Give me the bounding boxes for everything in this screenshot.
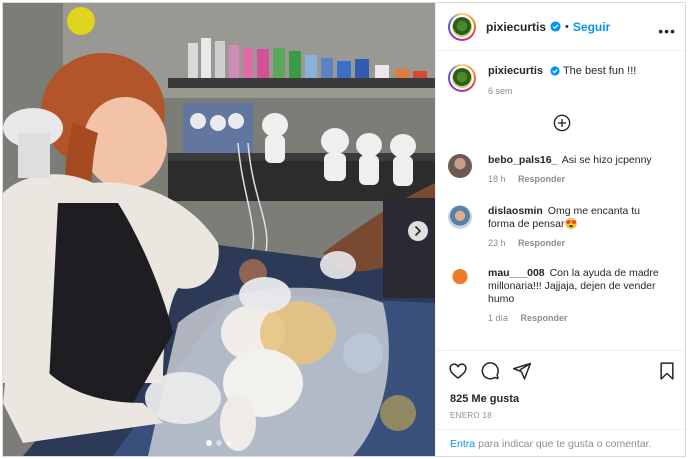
reply-button[interactable]: Responder: [521, 313, 568, 323]
reply-button[interactable]: Responder: [518, 238, 565, 248]
login-text: para indicar que te gusta o comentar.: [478, 437, 652, 450]
author-username[interactable]: pixiecurtis: [486, 20, 546, 34]
post-dialog: pixiecurtis • Seguir ••• pixiecurtis The…: [2, 2, 686, 457]
comment-item: mau___008 Con la ayuda de madre millonar…: [448, 267, 678, 325]
comment-time[interactable]: 1 día: [488, 313, 508, 323]
comment-item: bebo_pals16_ Asi se hizo jcpenny 18 h Re…: [448, 154, 678, 186]
post-side-panel: pixiecurtis • Seguir ••• pixiecurtis The…: [435, 3, 685, 456]
caption-text: The best fun !!!: [562, 65, 637, 77]
carousel-dot: [206, 440, 212, 446]
next-image-button[interactable]: [408, 221, 428, 241]
carousel-dot: [226, 440, 232, 446]
follow-button[interactable]: Seguir: [573, 20, 610, 34]
more-options-button[interactable]: •••: [658, 23, 676, 39]
caption-avatar[interactable]: [448, 64, 476, 92]
post-photo[interactable]: [3, 3, 435, 456]
comment-username[interactable]: dislaosmin: [488, 205, 543, 217]
comment-item: dislaosmin Omg me encanta tu forma de pe…: [448, 205, 678, 250]
likes-count[interactable]: 825 Me gusta: [450, 393, 519, 405]
login-link[interactable]: Entra: [450, 438, 475, 450]
caption-time[interactable]: 6 sem: [488, 86, 513, 96]
plus-circle-icon[interactable]: [553, 114, 571, 132]
comment-time[interactable]: 18 h: [488, 174, 506, 184]
verified-badge-icon: [550, 21, 561, 32]
photo-illustration: [3, 3, 435, 456]
comments-section[interactable]: pixiecurtis The best fun !!! 6 sem bebo_: [436, 52, 685, 350]
verified-badge-icon: [550, 66, 560, 76]
commenter-avatar[interactable]: [448, 267, 472, 291]
caption-username[interactable]: pixiecurtis: [488, 65, 543, 77]
share-icon[interactable]: [512, 361, 532, 381]
comment-username[interactable]: bebo_pals16_: [488, 154, 557, 166]
post-actions: 825 Me gusta ENERO 18 Entra para indicar…: [436, 350, 685, 456]
comment-username[interactable]: mau___008: [488, 267, 545, 279]
reply-button[interactable]: Responder: [518, 174, 565, 184]
comment-text: Asi se hizo jcpenny: [561, 154, 652, 166]
post-date: ENERO 18: [450, 411, 492, 420]
comment-icon[interactable]: [480, 361, 500, 381]
author-avatar[interactable]: [448, 12, 476, 41]
comment-time[interactable]: 23 h: [488, 238, 506, 248]
chevron-right-icon: [415, 226, 422, 236]
header-separator: •: [565, 20, 569, 33]
post-header: pixiecurtis • Seguir •••: [436, 3, 685, 51]
carousel-dots: [3, 440, 435, 446]
heart-icon[interactable]: [448, 361, 468, 381]
carousel-dot: [216, 440, 222, 446]
bookmark-icon[interactable]: [658, 361, 676, 381]
post-caption: pixiecurtis The best fun !!! 6 sem: [448, 64, 636, 98]
commenter-avatar[interactable]: [448, 205, 472, 229]
commenter-avatar[interactable]: [448, 154, 472, 178]
login-prompt: Entra para indicar que te gusta o coment…: [436, 429, 685, 456]
